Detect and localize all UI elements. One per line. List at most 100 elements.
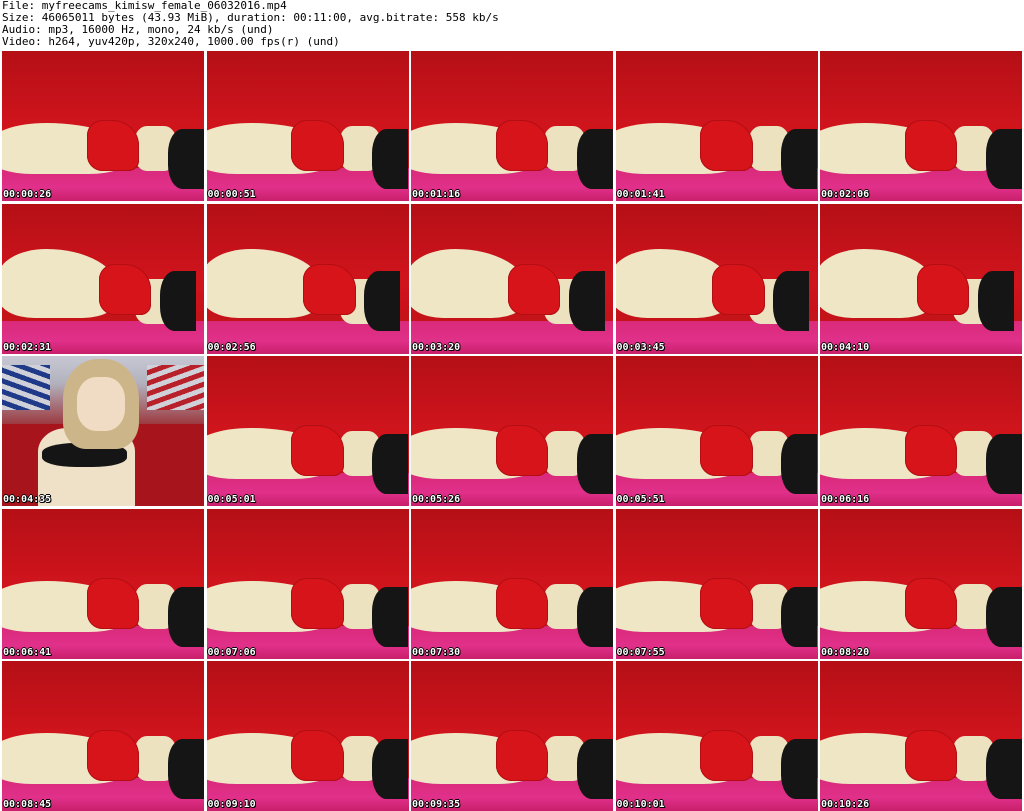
clothing-shape	[576, 586, 613, 647]
thumbnail-timestamp: 00:09:35	[412, 799, 461, 810]
clothing-shape	[985, 434, 1022, 494]
clothing-shape	[495, 425, 549, 476]
thumbnail-timestamp: 00:09:10	[207, 799, 256, 810]
clothing-shape	[916, 263, 970, 315]
video-thumbnail: 00:05:26	[411, 356, 613, 506]
clothing-shape	[904, 425, 958, 476]
clothing-shape	[86, 120, 140, 171]
face-shape	[76, 377, 126, 431]
video-thumbnail: 00:03:20	[411, 203, 613, 354]
thumbnail-timestamp: 00:05:51	[616, 494, 665, 505]
clothing-shape	[781, 586, 818, 647]
clothing-shape	[167, 739, 204, 799]
clothing-shape	[781, 434, 818, 494]
video-info-line: Video: h264, yuv420p, 320x240, 1000.00 f…	[2, 35, 340, 48]
thumbnail-timestamp: 00:05:26	[412, 494, 461, 505]
video-thumbnail: 00:04:35	[2, 356, 204, 506]
thumbnail-timestamp: 00:00:51	[207, 189, 256, 200]
video-thumbnail: 00:07:06	[206, 508, 409, 659]
video-thumbnail: 00:08:20	[820, 508, 1022, 659]
clothing-shape	[507, 263, 561, 315]
clothing-shape	[773, 271, 810, 331]
clothing-shape	[904, 730, 958, 781]
clothing-shape	[167, 129, 204, 189]
clothing-shape	[495, 120, 549, 171]
clothing-shape	[291, 730, 344, 781]
clothing-shape	[700, 425, 753, 476]
clothing-shape	[985, 586, 1022, 647]
clothing-shape	[985, 129, 1022, 189]
thumbnail-timestamp: 00:06:16	[821, 494, 870, 505]
video-thumbnail: 00:01:16	[411, 51, 613, 201]
thumbnail-timestamp: 00:10:01	[616, 799, 665, 810]
clothing-shape	[781, 739, 818, 799]
video-thumbnail: 00:10:26	[820, 661, 1022, 811]
clothing-shape	[372, 129, 409, 189]
video-thumbnail: 00:01:41	[615, 51, 818, 201]
thumbnail-timestamp: 00:07:06	[207, 646, 256, 658]
thumbnail-timestamp: 00:02:31	[3, 341, 52, 353]
video-thumbnail: 00:07:55	[615, 508, 818, 659]
clothing-shape	[700, 120, 753, 171]
clothing-shape	[904, 577, 958, 629]
flag-decoration	[2, 365, 51, 410]
video-thumbnail: 00:05:01	[206, 356, 409, 506]
thumbnail-timestamp: 00:02:56	[207, 341, 256, 353]
clothing-shape	[781, 129, 818, 189]
clothing-shape	[495, 730, 549, 781]
file-info-header: File: myfreecams_kimisw_female_06032016.…	[2, 0, 1022, 48]
flag-decoration	[147, 365, 204, 410]
clothing-shape	[372, 739, 409, 799]
thumbnail-timestamp: 00:08:45	[3, 799, 52, 810]
thumbnail-timestamp: 00:07:55	[616, 646, 665, 658]
video-thumbnail: 00:06:41	[2, 508, 204, 659]
thumbnail-timestamp: 00:04:35	[3, 494, 52, 505]
thumbnail-timestamp: 00:02:06	[821, 189, 870, 200]
clothing-shape	[159, 271, 196, 331]
video-thumbnail: 00:06:16	[820, 356, 1022, 506]
video-thumbnail: 00:05:51	[615, 356, 818, 506]
video-thumbnail: 00:09:35	[411, 661, 613, 811]
clothing-shape	[576, 739, 613, 799]
thumbnail-timestamp: 00:07:30	[412, 646, 461, 658]
clothing-shape	[576, 129, 613, 189]
thumbnail-grid: 00:00:26 00:00:51 00:01:16 00:01:41 00:02:06…	[2, 51, 1022, 811]
clothing-shape	[712, 263, 765, 315]
clothing-shape	[576, 434, 613, 494]
video-thumbnail: 00:09:10	[206, 661, 409, 811]
clothing-shape	[372, 434, 409, 494]
clothing-shape	[86, 577, 140, 629]
clothing-shape	[977, 271, 1014, 331]
video-thumbnail: 00:02:56	[206, 203, 409, 354]
thumbnail-timestamp: 00:06:41	[3, 646, 52, 658]
thumbnail-timestamp: 00:01:41	[616, 189, 665, 200]
video-thumbnail: 00:02:31	[2, 203, 204, 354]
clothing-shape	[700, 577, 753, 629]
video-thumbnail: 00:04:10	[820, 203, 1022, 354]
video-thumbnail: 00:00:51	[206, 51, 409, 201]
clothing-shape	[495, 577, 549, 629]
video-thumbnail: 00:00:26	[2, 51, 204, 201]
thumbnail-timestamp: 00:05:01	[207, 494, 256, 505]
clothing-shape	[86, 730, 140, 781]
thumbnail-timestamp: 00:08:20	[821, 646, 870, 658]
clothing-shape	[364, 271, 401, 331]
clothing-shape	[167, 586, 204, 647]
clothing-shape	[291, 577, 344, 629]
thumbnail-timestamp: 00:01:16	[412, 189, 461, 200]
clothing-shape	[568, 271, 605, 331]
video-thumbnail: 00:02:06	[820, 51, 1022, 201]
clothing-shape	[985, 739, 1022, 799]
clothing-shape	[291, 120, 344, 171]
video-thumbnail: 00:03:45	[615, 203, 818, 354]
thumbnail-timestamp: 00:04:10	[821, 341, 870, 353]
clothing-shape	[904, 120, 958, 171]
clothing-shape	[98, 263, 152, 315]
thumbnail-timestamp: 00:00:26	[3, 189, 52, 200]
thumbnail-timestamp: 00:03:20	[412, 341, 461, 353]
thumbnail-timestamp: 00:10:26	[821, 799, 870, 810]
clothing-shape	[291, 425, 344, 476]
video-thumbnail: 00:07:30	[411, 508, 613, 659]
video-thumbnail: 00:10:01	[615, 661, 818, 811]
thumbnail-timestamp: 00:03:45	[616, 341, 665, 353]
